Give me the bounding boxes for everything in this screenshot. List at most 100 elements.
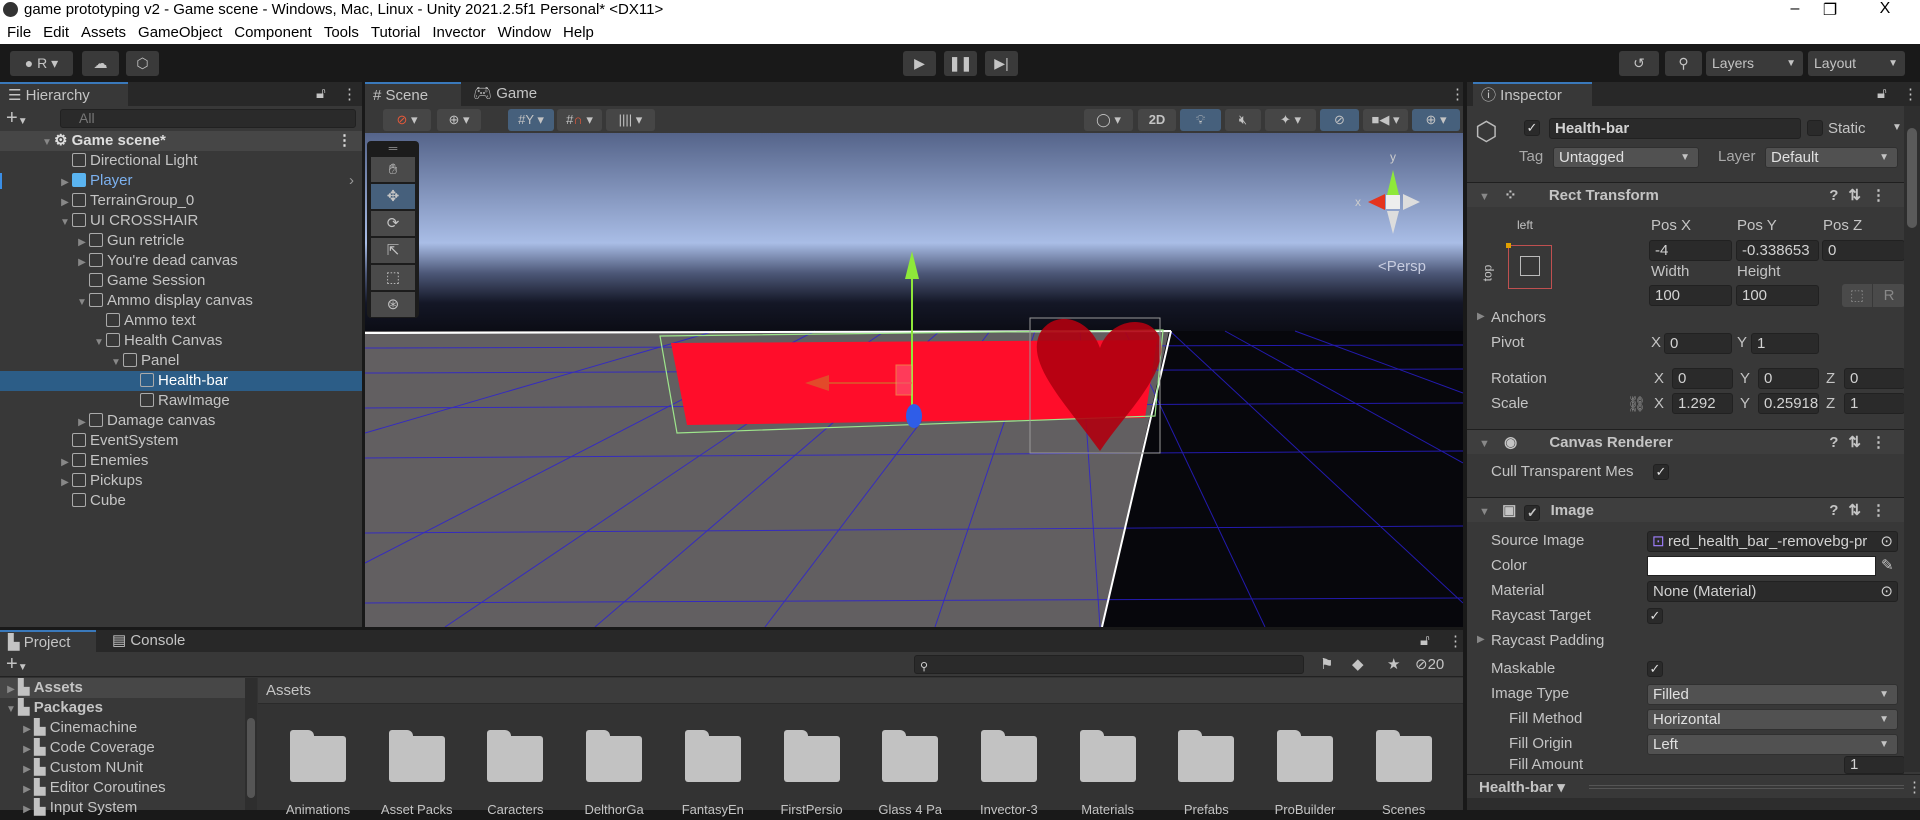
tree-scrollbar[interactable] bbox=[245, 678, 257, 810]
gizmos-dropdown[interactable]: ⊕ ▾ bbox=[1412, 109, 1460, 131]
hierarchy-item[interactable]: ▼ UI CROSSHAIR bbox=[0, 211, 362, 231]
menu-file[interactable]: File bbox=[7, 21, 31, 44]
step-button[interactable]: ▶| bbox=[985, 51, 1018, 76]
expand-arrow-icon[interactable]: ▶ bbox=[20, 780, 34, 800]
snap-dropdown[interactable]: #∩ ▾ bbox=[557, 109, 602, 131]
plane-handle[interactable] bbox=[895, 364, 913, 396]
account-button[interactable]: ● R ▾ bbox=[10, 51, 73, 76]
object-picker-icon[interactable]: ⊙ bbox=[1880, 532, 1893, 551]
hierarchy-item[interactable]: EventSystem bbox=[0, 431, 362, 451]
blueprint-mode-button[interactable]: ⬚ bbox=[1842, 284, 1872, 307]
menu-invector[interactable]: Invector bbox=[432, 21, 485, 44]
transform-tool-button[interactable]: ⊛ bbox=[371, 292, 415, 317]
play-button[interactable]: ▶ bbox=[903, 51, 936, 76]
project-tree-item[interactable]: ▶ ▙ Custom NUnit bbox=[0, 758, 245, 778]
hierarchy-item[interactable]: Health-bar bbox=[0, 371, 362, 391]
scene-visibility-toggle[interactable]: ⊘ bbox=[1320, 109, 1359, 131]
color-swatch[interactable] bbox=[1647, 556, 1876, 576]
expand-arrow-icon[interactable]: ▶ bbox=[20, 720, 34, 740]
move-gizmo-z-axis[interactable] bbox=[906, 404, 922, 428]
tag-dropdown[interactable]: Untagged bbox=[1553, 147, 1699, 168]
lock-icon[interactable]: 🔓︎ bbox=[316, 85, 326, 102]
component-header-icons[interactable]: ?⇅⋮ bbox=[1829, 498, 1896, 523]
tab-project[interactable]: ▙ Project bbox=[0, 630, 96, 652]
hierarchy-item[interactable]: ▶ Enemies bbox=[0, 451, 362, 471]
hierarchy-item[interactable]: Cube bbox=[0, 491, 362, 511]
hierarchy-search-input[interactable]: All bbox=[60, 109, 356, 128]
static-dropdown-icon[interactable]: ▼ bbox=[1892, 122, 1902, 133]
scale-y-input[interactable]: 0.25918 bbox=[1758, 393, 1819, 414]
project-tree-item[interactable]: ▶ ▙ Input System bbox=[0, 798, 245, 818]
expand-arrow-icon[interactable]: ▶ bbox=[75, 253, 89, 273]
maskable-checkbox[interactable]: ✓ bbox=[1647, 661, 1663, 677]
toggle-2d-button[interactable]: 2D bbox=[1138, 109, 1176, 131]
rect-tool-button[interactable]: ⬚ bbox=[371, 265, 415, 290]
preview-drag-handle[interactable] bbox=[1589, 785, 1904, 789]
expand-arrow-icon[interactable]: ▶ bbox=[58, 173, 72, 193]
more-menu-icon[interactable]: ⋮ bbox=[1450, 85, 1465, 103]
width-input[interactable]: 100 bbox=[1649, 285, 1732, 306]
grid-snap-dropdown[interactable]: #Y ▾ bbox=[508, 109, 554, 131]
expand-arrow-icon[interactable]: ▶ bbox=[20, 800, 34, 820]
menu-window[interactable]: Window bbox=[498, 21, 551, 44]
close-button[interactable]: X bbox=[1865, 0, 1905, 18]
tab-inspector[interactable]: ⓘ Inspector bbox=[1473, 82, 1592, 106]
expand-arrow-icon[interactable]: ▼ bbox=[58, 213, 72, 233]
image-type-dropdown[interactable]: Filled bbox=[1647, 684, 1898, 705]
anchors-foldout-icon[interactable]: ▶ bbox=[1477, 311, 1485, 322]
project-tree-item[interactable]: ▶ ▙ Editor Coroutines bbox=[0, 778, 245, 798]
tab-scene[interactable]: # Scene bbox=[365, 82, 461, 106]
rect-transform-header[interactable]: ▼ ⁘ Rect Transform ?⇅⋮ bbox=[1467, 182, 1904, 207]
expand-arrow-icon[interactable]: ▶ bbox=[20, 740, 34, 760]
hierarchy-item[interactable]: ▶ TerrainGroup_0 bbox=[0, 191, 362, 211]
more-menu-icon[interactable]: ⋮ bbox=[1903, 85, 1918, 103]
menu-edit[interactable]: Edit bbox=[43, 21, 69, 44]
component-header-icons[interactable]: ?⇅⋮ bbox=[1829, 430, 1896, 455]
preview-title-dropdown[interactable]: Health-bar ▾ bbox=[1479, 778, 1565, 796]
expand-arrow-icon[interactable]: ▶ bbox=[75, 233, 89, 253]
anchors-label[interactable]: Anchors bbox=[1491, 309, 1546, 326]
project-tree-item[interactable]: ▼ ▙ Packages bbox=[0, 698, 245, 718]
scene-viewport[interactable]: y x <Persp bbox=[365, 133, 1463, 627]
hierarchy-item[interactable]: ▼ Health Canvas bbox=[0, 331, 362, 351]
fill-method-dropdown[interactable]: Horizontal bbox=[1647, 709, 1898, 730]
hierarchy-item[interactable]: ▶ Damage canvas bbox=[0, 411, 362, 431]
tab-hierarchy[interactable]: ☰ Hierarchy bbox=[0, 82, 128, 106]
project-tree-item[interactable]: ▶ ▙ Cinemachine bbox=[0, 718, 245, 738]
gameobject-cube-icon[interactable]: ⬡ bbox=[1475, 116, 1498, 147]
pivot-x-input[interactable]: 0 bbox=[1664, 333, 1732, 354]
hierarchy-item[interactable]: RawImage bbox=[0, 391, 362, 411]
hierarchy-item[interactable]: ▶ You're dead canvas bbox=[0, 251, 362, 271]
expand-arrow-icon[interactable]: ▶ bbox=[75, 413, 89, 433]
cull-transparent-checkbox[interactable]: ✓ bbox=[1653, 464, 1669, 480]
raycast-target-checkbox[interactable]: ✓ bbox=[1647, 608, 1663, 624]
source-image-field[interactable]: ⊡ red_health_bar_-removebg-pr ⊙ bbox=[1647, 531, 1898, 552]
create-button[interactable]: +▼ bbox=[6, 653, 28, 676]
hierarchy-item[interactable]: ▶ Gun retricle bbox=[0, 231, 362, 251]
eyedropper-icon[interactable]: ✎ bbox=[1881, 556, 1894, 574]
rotate-tool-button[interactable]: ⟳ bbox=[371, 211, 415, 236]
expand-arrow-icon[interactable]: ▼ bbox=[4, 700, 18, 720]
menu-tutorial[interactable]: Tutorial bbox=[371, 21, 420, 44]
cloud-button[interactable]: ☁ bbox=[82, 51, 119, 76]
anchor-presets-button[interactable] bbox=[1506, 243, 1552, 289]
hand-tool-button[interactable]: ✋︎ bbox=[371, 157, 415, 182]
more-menu-icon[interactable]: ⋮ bbox=[1907, 778, 1920, 796]
collab-button[interactable]: ⬡ bbox=[126, 51, 159, 76]
inspector-scrollbar[interactable] bbox=[1904, 106, 1920, 772]
rotation-x-input[interactable]: 0 bbox=[1672, 368, 1733, 389]
posz-input[interactable]: 0 bbox=[1822, 240, 1905, 261]
raw-edit-button[interactable]: R bbox=[1873, 284, 1905, 307]
constrain-proportions-icon[interactable]: ⛓︎ bbox=[1627, 395, 1646, 413]
expand-arrow-icon[interactable]: ▶ bbox=[4, 680, 18, 700]
hierarchy-item[interactable]: ▶ Player › bbox=[0, 171, 362, 191]
projection-label[interactable]: <Persp bbox=[1378, 258, 1426, 275]
scale-x-input[interactable]: 1.292 bbox=[1672, 393, 1733, 414]
hierarchy-item[interactable]: ▼ Panel bbox=[0, 351, 362, 371]
foldout-arrow-icon[interactable]: ▼ bbox=[1479, 506, 1490, 518]
foldout-arrow-icon[interactable]: ▼ bbox=[1479, 438, 1490, 450]
project-tree-item[interactable]: ▶ ▙ Code Coverage bbox=[0, 738, 245, 758]
hierarchy-item[interactable]: Game Session bbox=[0, 271, 362, 291]
audio-toggle[interactable]: 🔇︎ bbox=[1225, 109, 1261, 131]
hierarchy-item[interactable]: Ammo text bbox=[0, 311, 362, 331]
